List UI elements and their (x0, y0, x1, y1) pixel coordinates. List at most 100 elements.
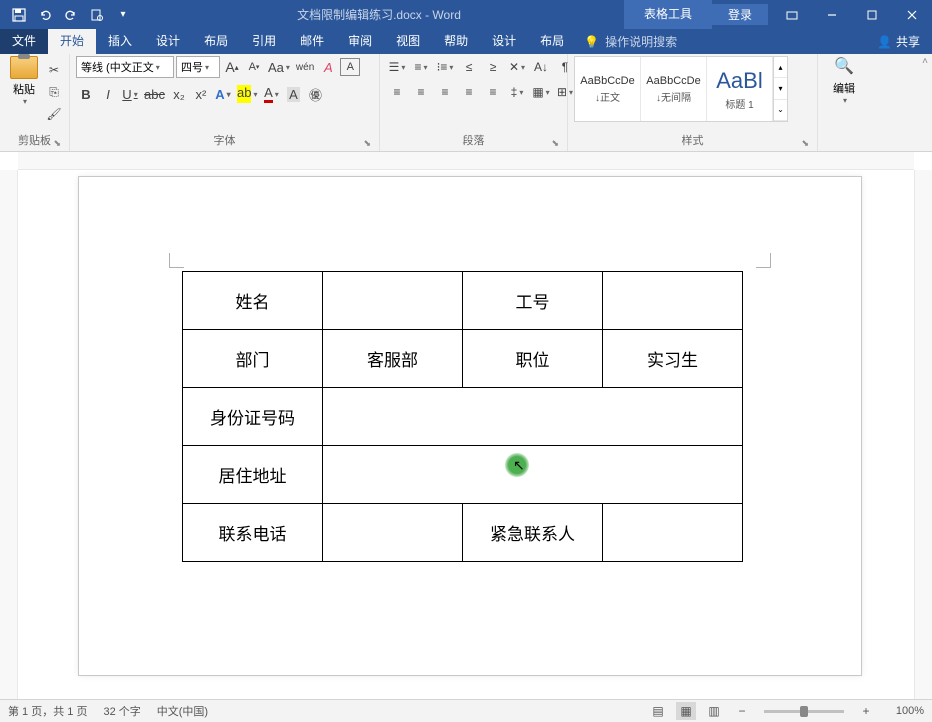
style-heading1[interactable]: AaBl 标题 1 (707, 57, 773, 121)
table-cell[interactable] (603, 504, 743, 562)
cut-button[interactable]: ✂ (44, 60, 64, 80)
paste-button[interactable]: 粘贴 ▾ (6, 56, 42, 106)
enclose-char-button[interactable]: ㊝ (305, 83, 325, 105)
table-cell[interactable] (323, 388, 743, 446)
line-spacing-button[interactable]: ‡▾ (506, 81, 528, 103)
grow-font-button[interactable]: A▴ (222, 56, 242, 78)
subscript-button[interactable]: x₂ (169, 83, 189, 105)
bullets-button[interactable]: ☰▾ (386, 56, 408, 78)
table-cell[interactable] (323, 446, 743, 504)
superscript-button[interactable]: x² (191, 83, 211, 105)
distribute-button[interactable]: ≡ (482, 81, 504, 103)
tab-file[interactable]: 文件 (0, 29, 48, 54)
table-row[interactable]: 姓名 工号 (183, 272, 743, 330)
decrease-indent-button[interactable]: ≤ (458, 56, 480, 78)
read-mode-button[interactable]: ▤ (648, 702, 668, 720)
close-button[interactable] (892, 0, 932, 29)
tab-references[interactable]: 引用 (240, 29, 288, 54)
italic-button[interactable]: I (98, 83, 118, 105)
align-right-button[interactable]: ≡ (434, 81, 456, 103)
char-shading-button[interactable]: A (283, 83, 303, 105)
minimize-button[interactable] (812, 0, 852, 29)
style-normal[interactable]: AaBbCcDe ↓正文 (575, 57, 641, 121)
shading-button[interactable]: ▦▾ (530, 81, 552, 103)
table-row[interactable]: 居住地址 (183, 446, 743, 504)
ribbon-options-button[interactable] (772, 0, 812, 29)
tab-insert[interactable]: 插入 (96, 29, 144, 54)
table-cell[interactable]: 部门 (183, 330, 323, 388)
vertical-scrollbar[interactable] (914, 170, 932, 699)
zoom-level[interactable]: 100% (884, 705, 924, 717)
tab-view[interactable]: 视图 (384, 29, 432, 54)
align-center-button[interactable]: ≡ (410, 81, 432, 103)
table-cell[interactable]: 职位 (463, 330, 603, 388)
word-count[interactable]: 32 个字 (103, 703, 140, 719)
styles-scroll-down[interactable]: ▾ (774, 78, 787, 99)
zoom-out-button[interactable]: − (732, 702, 752, 720)
asian-layout-button[interactable]: ✕▾ (506, 56, 528, 78)
tab-help[interactable]: 帮助 (432, 29, 480, 54)
tell-me-search[interactable]: 💡 操作说明搜索 (584, 33, 677, 50)
table-cell[interactable]: 身份证号码 (183, 388, 323, 446)
tab-design[interactable]: 设计 (144, 29, 192, 54)
table-row[interactable]: 身份证号码 (183, 388, 743, 446)
font-name-combo[interactable]: 等线 (中文正文▾ (76, 56, 174, 78)
print-layout-button[interactable]: ▦ (676, 702, 696, 720)
copy-button[interactable]: ⎘ (44, 82, 64, 102)
share-button[interactable]: 👤 共享 (877, 33, 920, 50)
multilevel-button[interactable]: ⁝≡▾ (434, 56, 456, 78)
document-table[interactable]: 姓名 工号 部门 客服部 职位 实习生 身份证号码 居住地址 联系电话 (182, 271, 743, 562)
clipboard-launcher[interactable]: ⬊ (53, 135, 61, 151)
highlight-button[interactable]: ab▾ (235, 83, 259, 105)
table-cell[interactable]: 客服部 (323, 330, 463, 388)
table-cell[interactable]: 工号 (463, 272, 603, 330)
styles-launcher[interactable]: ⬊ (801, 135, 809, 151)
text-effects-button[interactable]: A▾ (213, 83, 233, 105)
table-cell[interactable]: 实习生 (603, 330, 743, 388)
phonetic-guide-button[interactable]: wén (294, 56, 316, 78)
tab-table-layout[interactable]: 布局 (528, 29, 576, 54)
underline-button[interactable]: U▾ (120, 83, 140, 105)
tab-table-design[interactable]: 设计 (480, 29, 528, 54)
redo-button[interactable] (60, 4, 82, 26)
styles-expand[interactable]: ⌄ (774, 100, 787, 121)
sort-button[interactable]: A↓ (530, 56, 552, 78)
char-border-button[interactable]: A (340, 58, 360, 76)
table-cell[interactable] (323, 504, 463, 562)
table-cell[interactable] (603, 272, 743, 330)
justify-button[interactable]: ≡ (458, 81, 480, 103)
table-row[interactable]: 部门 客服部 职位 实习生 (183, 330, 743, 388)
font-color-button[interactable]: A▾ (261, 83, 281, 105)
login-button[interactable]: 登录 (712, 4, 768, 25)
tab-home[interactable]: 开始 (48, 29, 96, 54)
language[interactable]: 中文(中国) (157, 703, 208, 719)
font-launcher[interactable]: ⬊ (363, 135, 371, 151)
zoom-in-button[interactable]: + (856, 702, 876, 720)
undo-button[interactable] (34, 4, 56, 26)
align-left-button[interactable]: ≡ (386, 81, 408, 103)
table-row[interactable]: 联系电话 紧急联系人 (183, 504, 743, 562)
qat-customize-button[interactable]: ▾ (112, 4, 134, 26)
save-button[interactable] (8, 4, 30, 26)
clear-formatting-button[interactable]: A (318, 56, 338, 78)
maximize-button[interactable] (852, 0, 892, 29)
change-case-button[interactable]: Aa▾ (266, 56, 292, 78)
numbering-button[interactable]: ≡▾ (410, 56, 432, 78)
style-no-spacing[interactable]: AaBbCcDe ↓无间隔 (641, 57, 707, 121)
bold-button[interactable]: B (76, 83, 96, 105)
vertical-ruler[interactable] (0, 170, 18, 699)
increase-indent-button[interactable]: ≥ (482, 56, 504, 78)
editing-button[interactable]: 🔍 编辑 ▾ (824, 56, 864, 105)
tab-mailings[interactable]: 邮件 (288, 29, 336, 54)
table-cell[interactable]: 姓名 (183, 272, 323, 330)
table-cell[interactable] (323, 272, 463, 330)
web-layout-button[interactable]: ▥ (704, 702, 724, 720)
tab-review[interactable]: 审阅 (336, 29, 384, 54)
format-painter-button[interactable]: 🖌 (44, 104, 64, 124)
styles-scroll-up[interactable]: ▴ (774, 57, 787, 78)
paragraph-launcher[interactable]: ⬊ (551, 135, 559, 151)
page-count[interactable]: 第 1 页，共 1 页 (8, 703, 87, 719)
table-cell[interactable]: 紧急联系人 (463, 504, 603, 562)
shrink-font-button[interactable]: A▾ (244, 56, 264, 78)
horizontal-ruler[interactable] (18, 152, 914, 170)
